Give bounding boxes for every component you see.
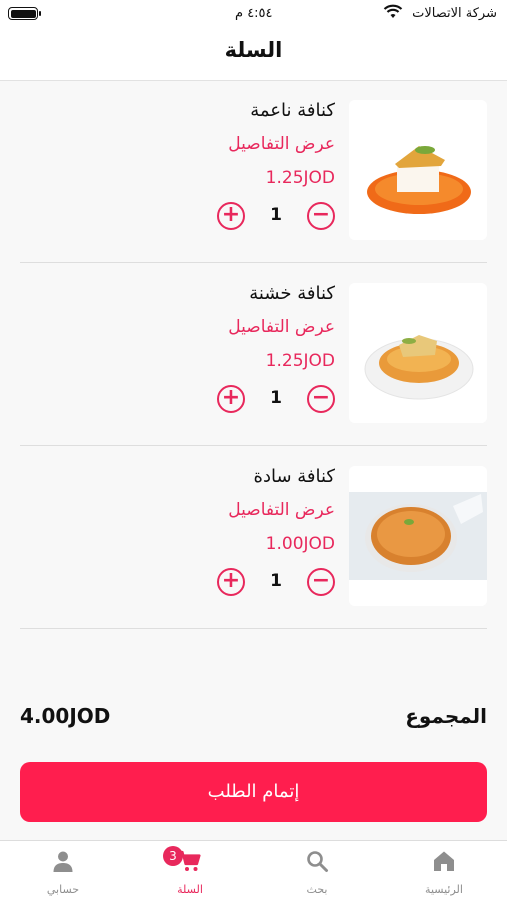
- decrease-quantity-button[interactable]: −: [307, 202, 335, 230]
- product-image[interactable]: [349, 466, 487, 606]
- search-icon: [307, 851, 328, 872]
- item-name: كنافة سادة: [253, 466, 335, 487]
- tab-label: الرئيسية: [425, 883, 463, 896]
- divider: [20, 628, 487, 629]
- battery-icon: [8, 7, 41, 20]
- wifi-icon: [383, 4, 403, 18]
- cart-count-badge: 3: [163, 846, 183, 866]
- quantity-value: 1: [270, 388, 282, 408]
- cart-item: كنافة خشنة عرض التفاصيل 1.25JOD − 1 +: [20, 263, 487, 447]
- navigation-bar: السلة: [0, 28, 507, 81]
- cart-item: كنافة سادة عرض التفاصيل 1.00JOD − 1 +: [20, 446, 487, 630]
- quantity-stepper: − 1 +: [217, 568, 335, 600]
- tab-search[interactable]: بحث: [254, 841, 380, 901]
- tab-cart[interactable]: السلة: [127, 841, 253, 901]
- account-icon: [53, 851, 73, 872]
- increase-quantity-button[interactable]: +: [217, 568, 245, 596]
- order-total: المجموع 4.00JOD: [20, 704, 487, 736]
- increase-quantity-button[interactable]: +: [217, 385, 245, 413]
- tab-label: حسابي: [46, 883, 80, 896]
- tab-label: السلة: [177, 883, 203, 896]
- item-price: 1.00JOD: [265, 534, 335, 554]
- product-image[interactable]: [349, 100, 487, 240]
- status-bar: شركة الاتصالات ٤:٥٤ م: [0, 0, 507, 28]
- item-name: كنافة ناعمة: [250, 100, 335, 121]
- home-icon: [434, 851, 454, 871]
- quantity-stepper: − 1 +: [217, 202, 335, 234]
- item-name: كنافة خشنة: [249, 283, 335, 304]
- quantity-stepper: − 1 +: [217, 385, 335, 417]
- total-label: المجموع: [405, 704, 487, 728]
- tab-home[interactable]: الرئيسية: [381, 841, 507, 901]
- view-details-link[interactable]: عرض التفاصيل: [228, 134, 335, 154]
- view-details-link[interactable]: عرض التفاصيل: [228, 317, 335, 337]
- carrier-label: شركة الاتصالات: [412, 6, 497, 21]
- tab-bar: حسابي السلة بحث الرئيسية: [0, 840, 507, 901]
- total-value: 4.00JOD: [20, 704, 111, 728]
- clock-time: ٤:٥٤ م: [235, 6, 273, 21]
- view-details-link[interactable]: عرض التفاصيل: [228, 500, 335, 520]
- item-price: 1.25JOD: [265, 351, 335, 371]
- cart-item: كنافة ناعمة عرض التفاصيل 1.25JOD − 1 +: [20, 80, 487, 264]
- decrease-quantity-button[interactable]: −: [307, 385, 335, 413]
- increase-quantity-button[interactable]: +: [217, 202, 245, 230]
- tab-account[interactable]: حسابي: [0, 841, 126, 901]
- decrease-quantity-button[interactable]: −: [307, 568, 335, 596]
- product-image[interactable]: [349, 283, 487, 423]
- tab-label: بحث: [306, 883, 328, 896]
- quantity-value: 1: [270, 205, 282, 225]
- item-price: 1.25JOD: [265, 168, 335, 188]
- quantity-value: 1: [270, 571, 282, 591]
- complete-order-button[interactable]: إتمام الطلب: [20, 762, 487, 822]
- page-title: السلة: [224, 38, 283, 62]
